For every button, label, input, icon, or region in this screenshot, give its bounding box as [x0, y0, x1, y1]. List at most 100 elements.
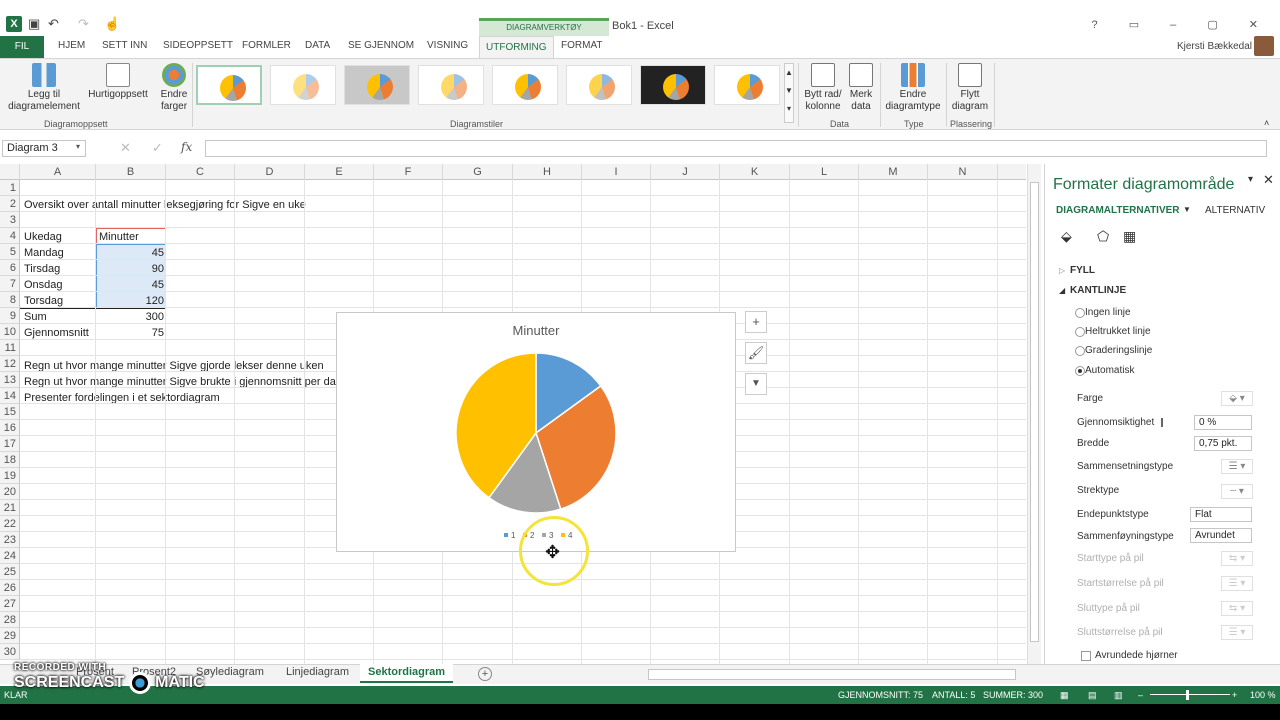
row-header-18[interactable]: 18: [0, 452, 20, 468]
tab-chart-options[interactable]: DIAGRAMALTERNATIVER: [1056, 205, 1180, 216]
border-section[interactable]: KANTLINJE: [1070, 285, 1126, 296]
chart-style-2[interactable]: [270, 65, 336, 105]
column-header-a[interactable]: A: [20, 164, 96, 180]
row-header-30[interactable]: 30: [0, 644, 20, 660]
tab-design[interactable]: UTFORMING: [479, 36, 554, 58]
tab-formulas[interactable]: FORMLER: [242, 40, 291, 51]
radio-no-line[interactable]: [1075, 308, 1085, 318]
chart-style-1[interactable]: [196, 65, 262, 105]
transparency-slider[interactable]: [1161, 418, 1163, 427]
zoom-slider-thumb[interactable]: [1186, 690, 1189, 700]
chart-style-8[interactable]: [714, 65, 780, 105]
touch-mode-icon[interactable]: ☝: [104, 16, 120, 32]
tab-page-layout[interactable]: SIDEOPPSETT: [163, 40, 233, 51]
width-input[interactable]: 0,75 pkt.: [1194, 436, 1252, 451]
collapse-ribbon-icon[interactable]: ˄: [1264, 117, 1269, 129]
begin-arrow-size-dropdown[interactable]: ☰ ▾: [1221, 576, 1253, 591]
name-box[interactable]: Diagram 3: [2, 140, 86, 157]
row-header-10[interactable]: 10: [0, 324, 20, 340]
begin-arrow-type-dropdown[interactable]: ⇆ ▾: [1221, 551, 1253, 566]
tab-insert[interactable]: SETT INN: [102, 40, 147, 51]
fill-section[interactable]: FYLL: [1070, 265, 1095, 276]
change-colors-button[interactable]: Endre farger: [152, 63, 196, 113]
fill-line-icon[interactable]: ⬙: [1061, 228, 1072, 245]
quick-layout-button[interactable]: Hurtigoppsett: [86, 63, 150, 101]
chart-style-6[interactable]: [566, 65, 632, 105]
legend-label-1[interactable]: 1: [511, 531, 516, 540]
tab-format[interactable]: FORMAT: [561, 40, 602, 51]
horizontal-scrollbar[interactable]: [648, 669, 1016, 680]
transparency-input[interactable]: 0 %: [1194, 415, 1252, 430]
chart-style-4[interactable]: [418, 65, 484, 105]
zoom-slider[interactable]: [1150, 694, 1230, 695]
end-arrow-type-dropdown[interactable]: ⇆ ▾: [1221, 601, 1253, 616]
pie-plot-area[interactable]: 1234: [337, 313, 735, 551]
move-chart-button[interactable]: Flytt diagram: [948, 63, 992, 113]
column-header-d[interactable]: D: [235, 164, 305, 180]
size-properties-icon[interactable]: ▦: [1123, 228, 1136, 245]
save-icon[interactable]: ▣: [28, 16, 40, 32]
page-layout-view-icon[interactable]: ▤: [1088, 686, 1097, 704]
row-header-11[interactable]: 11: [0, 340, 20, 356]
sheet-tab-sektordiagram[interactable]: Sektordiagram: [360, 664, 454, 683]
row-header-23[interactable]: 23: [0, 532, 20, 548]
chart-style-3[interactable]: [344, 65, 410, 105]
radio-automatic[interactable]: [1075, 366, 1085, 376]
row-header-21[interactable]: 21: [0, 500, 20, 516]
row-header-25[interactable]: 25: [0, 564, 20, 580]
collapsed-arrow-icon[interactable]: ▷: [1059, 266, 1065, 275]
tab-alt-options[interactable]: ALTERNATIV: [1205, 205, 1267, 216]
cancel-icon[interactable]: ✕: [120, 140, 131, 156]
cap-type-dropdown[interactable]: Flat: [1190, 507, 1252, 522]
chart-elements-button[interactable]: +: [745, 311, 767, 333]
column-header-m[interactable]: M: [859, 164, 928, 180]
change-chart-type-button[interactable]: Endre diagramtype: [882, 63, 944, 113]
row-header-3[interactable]: 3: [0, 212, 20, 228]
rounded-corners-checkbox[interactable]: [1081, 651, 1091, 661]
column-header-c[interactable]: C: [166, 164, 235, 180]
row-header-2[interactable]: 2: [0, 196, 20, 212]
chevron-down-icon[interactable]: ▾: [76, 142, 80, 151]
column-header-j[interactable]: J: [651, 164, 720, 180]
radio-gradient-line[interactable]: [1075, 346, 1085, 356]
column-header-k[interactable]: K: [720, 164, 790, 180]
row-header-4[interactable]: 4: [0, 228, 20, 244]
formula-input[interactable]: [205, 140, 1267, 157]
row-header-19[interactable]: 19: [0, 468, 20, 484]
column-header-b[interactable]: B: [96, 164, 166, 180]
join-type-dropdown[interactable]: Avrundet: [1190, 528, 1252, 543]
styles-scroll-button[interactable]: ▲ ▼ ▾: [784, 63, 794, 123]
row-header-1[interactable]: 1: [0, 180, 20, 196]
row-header-27[interactable]: 27: [0, 596, 20, 612]
tab-view[interactable]: VISNING: [427, 40, 468, 51]
pie-chart[interactable]: Minutter 1234: [336, 312, 736, 552]
row-header-6[interactable]: 6: [0, 260, 20, 276]
column-header-l[interactable]: L: [790, 164, 859, 180]
scroll-thumb[interactable]: [1030, 182, 1039, 642]
row-header-13[interactable]: 13: [0, 372, 20, 388]
end-arrow-size-dropdown[interactable]: ☰ ▾: [1221, 625, 1253, 640]
pane-options-icon[interactable]: ▾: [1248, 174, 1253, 185]
chevron-down-icon[interactable]: ▼: [1183, 205, 1191, 214]
window-controls[interactable]: ? ▭ – ▢ ✕: [1092, 18, 1272, 31]
confirm-icon[interactable]: ✓: [152, 140, 163, 156]
chart-styles-brush-button[interactable]: 🖌: [745, 342, 767, 364]
zoom-level[interactable]: 100 %: [1250, 686, 1276, 704]
zoom-out-icon[interactable]: –: [1138, 686, 1143, 704]
select-all-corner[interactable]: [0, 164, 20, 180]
row-header-16[interactable]: 16: [0, 420, 20, 436]
tab-review[interactable]: SE GJENNOM: [348, 40, 414, 51]
row-header-29[interactable]: 29: [0, 628, 20, 644]
redo-icon[interactable]: ↷: [78, 16, 89, 32]
chart-style-5[interactable]: [492, 65, 558, 105]
tab-data[interactable]: DATA: [305, 40, 330, 51]
vertical-scrollbar[interactable]: [1027, 164, 1041, 664]
undo-icon[interactable]: ↶: [48, 16, 59, 32]
row-header-9[interactable]: 9: [0, 308, 20, 324]
column-header-i[interactable]: I: [582, 164, 651, 180]
sheet-tab-soylediagram[interactable]: Søylediagram: [196, 666, 264, 678]
row-header-17[interactable]: 17: [0, 436, 20, 452]
dash-type-dropdown[interactable]: ┄ ▾: [1221, 484, 1253, 499]
row-header-12[interactable]: 12: [0, 356, 20, 372]
add-sheet-icon[interactable]: +: [478, 667, 492, 681]
